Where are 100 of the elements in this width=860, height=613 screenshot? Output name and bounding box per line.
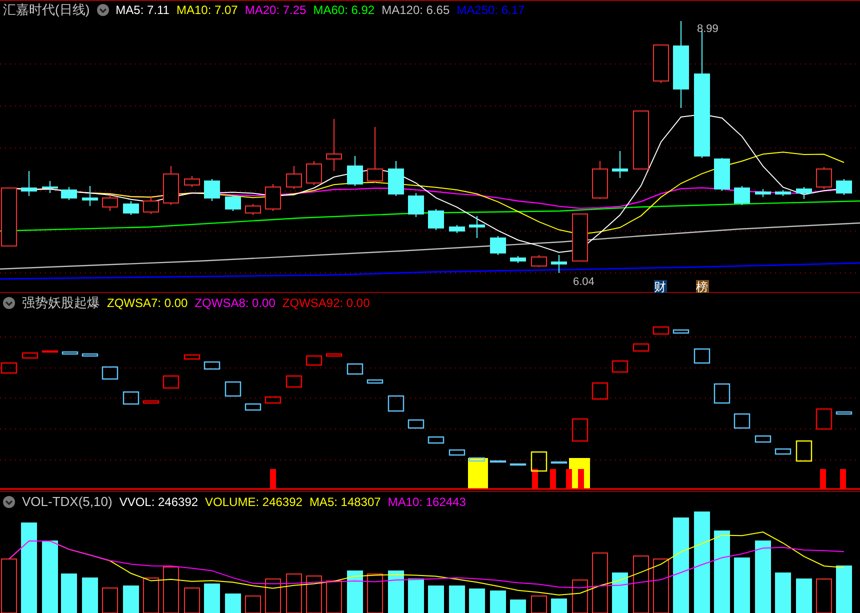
candlestick bbox=[82, 186, 98, 206]
signal-box bbox=[694, 348, 710, 364]
signal-box bbox=[530, 451, 548, 472]
signal-box bbox=[102, 366, 118, 380]
candlestick bbox=[775, 190, 791, 196]
signal-box bbox=[346, 363, 364, 375]
indicator-value: MA20: 7.25 bbox=[244, 3, 306, 17]
signal-box bbox=[490, 460, 506, 463]
signal-box bbox=[142, 400, 160, 404]
signal-box bbox=[0, 362, 18, 374]
candlestick bbox=[123, 200, 139, 216]
signal-box bbox=[388, 395, 404, 412]
chevron-down-icon[interactable] bbox=[96, 4, 109, 16]
candlestick bbox=[388, 160, 404, 196]
candlestick bbox=[510, 256, 526, 264]
candlestick bbox=[633, 110, 649, 170]
volume-bar bbox=[796, 578, 812, 613]
signal-box bbox=[796, 440, 812, 462]
candlestick bbox=[551, 254, 567, 274]
indicator-value: ZQWSA8: 0.00 bbox=[194, 296, 276, 310]
signal-box bbox=[244, 403, 262, 411]
signal-box bbox=[326, 353, 342, 357]
volume-bar bbox=[449, 586, 465, 613]
signal-box bbox=[572, 418, 588, 442]
signal-box bbox=[714, 383, 730, 404]
candlestick bbox=[245, 204, 261, 216]
indicator-title: VOL-TDX(5,10) bbox=[22, 494, 112, 509]
signal-box bbox=[672, 329, 690, 334]
signal-box bbox=[754, 435, 772, 443]
candlestick bbox=[836, 178, 852, 196]
signal-box bbox=[204, 361, 220, 370]
candlestick bbox=[42, 180, 58, 194]
volume-bar bbox=[836, 566, 852, 613]
signal-box bbox=[428, 436, 444, 444]
candlestick bbox=[572, 214, 588, 262]
volume-bar bbox=[490, 590, 506, 613]
signal-box bbox=[224, 381, 242, 397]
volume-bar bbox=[612, 572, 628, 613]
candlestick bbox=[225, 194, 241, 212]
candlestick bbox=[734, 186, 750, 206]
signal-box bbox=[62, 351, 78, 355]
volume-bar bbox=[82, 578, 98, 613]
volume-bar bbox=[204, 584, 220, 613]
signal-box bbox=[366, 379, 384, 384]
signal-box bbox=[264, 396, 282, 404]
candlestick bbox=[449, 224, 465, 234]
candlestick bbox=[326, 118, 342, 172]
indicator-value: MA120: 6.65 bbox=[382, 3, 450, 17]
signal-box bbox=[734, 413, 750, 429]
volume-bar bbox=[347, 570, 363, 613]
candlestick bbox=[816, 166, 832, 190]
indicator-value: ZQWSA7: 0.00 bbox=[107, 296, 188, 310]
candlestick bbox=[469, 216, 485, 238]
volume-bar bbox=[551, 598, 567, 613]
signal-box bbox=[468, 457, 486, 462]
signal-bar bbox=[468, 458, 488, 489]
indicator-value: VOLUME: 246392 bbox=[205, 494, 302, 508]
candlestick bbox=[714, 158, 730, 192]
chevron-down-icon[interactable] bbox=[3, 496, 15, 508]
indicator-value: MA10: 162443 bbox=[388, 494, 466, 508]
volume-bar bbox=[225, 594, 241, 613]
signal-box bbox=[286, 375, 302, 388]
candlestick bbox=[184, 176, 200, 188]
low-price-label: 6.04 bbox=[573, 276, 594, 288]
signal-box bbox=[774, 448, 792, 455]
volume-bar bbox=[469, 588, 485, 613]
candlestick bbox=[347, 156, 363, 186]
signal-box bbox=[550, 461, 568, 464]
character-badge[interactable]: 榜 bbox=[696, 280, 709, 293]
volume-bar bbox=[408, 578, 424, 613]
signal-box bbox=[306, 355, 322, 366]
signal-box bbox=[184, 354, 200, 360]
volume-bar bbox=[123, 586, 139, 613]
candlestick bbox=[163, 166, 179, 206]
indicator-value: MA5: 7.11 bbox=[116, 3, 170, 17]
candlestick bbox=[531, 254, 547, 268]
indicator-value: MA5: 148307 bbox=[309, 494, 381, 508]
candlestick bbox=[428, 208, 444, 230]
indicator-value: ZQWSA92: 0.00 bbox=[282, 296, 370, 310]
volume-bar bbox=[428, 586, 444, 613]
candlestick bbox=[61, 186, 77, 200]
chart-title: 汇嘉时代(日线) bbox=[3, 1, 90, 19]
signal-box bbox=[122, 391, 140, 405]
chevron-down-icon[interactable] bbox=[3, 297, 15, 309]
signal-box bbox=[22, 352, 38, 359]
signal-box bbox=[632, 343, 650, 352]
volume-bar bbox=[388, 570, 404, 613]
candlestick bbox=[102, 194, 118, 212]
signal-box bbox=[510, 463, 526, 466]
candlestick bbox=[21, 170, 37, 196]
candlestick bbox=[408, 192, 424, 218]
indicator-title: 强势妖股起爆 bbox=[22, 294, 100, 312]
signal-box bbox=[592, 382, 608, 400]
volume-bar bbox=[61, 574, 77, 613]
character-badge[interactable]: 财 bbox=[654, 280, 667, 293]
candlestick bbox=[265, 184, 281, 212]
signal-box bbox=[162, 375, 180, 389]
volume-bar bbox=[510, 600, 526, 613]
candlestick bbox=[490, 236, 506, 256]
candlestick bbox=[286, 166, 302, 190]
